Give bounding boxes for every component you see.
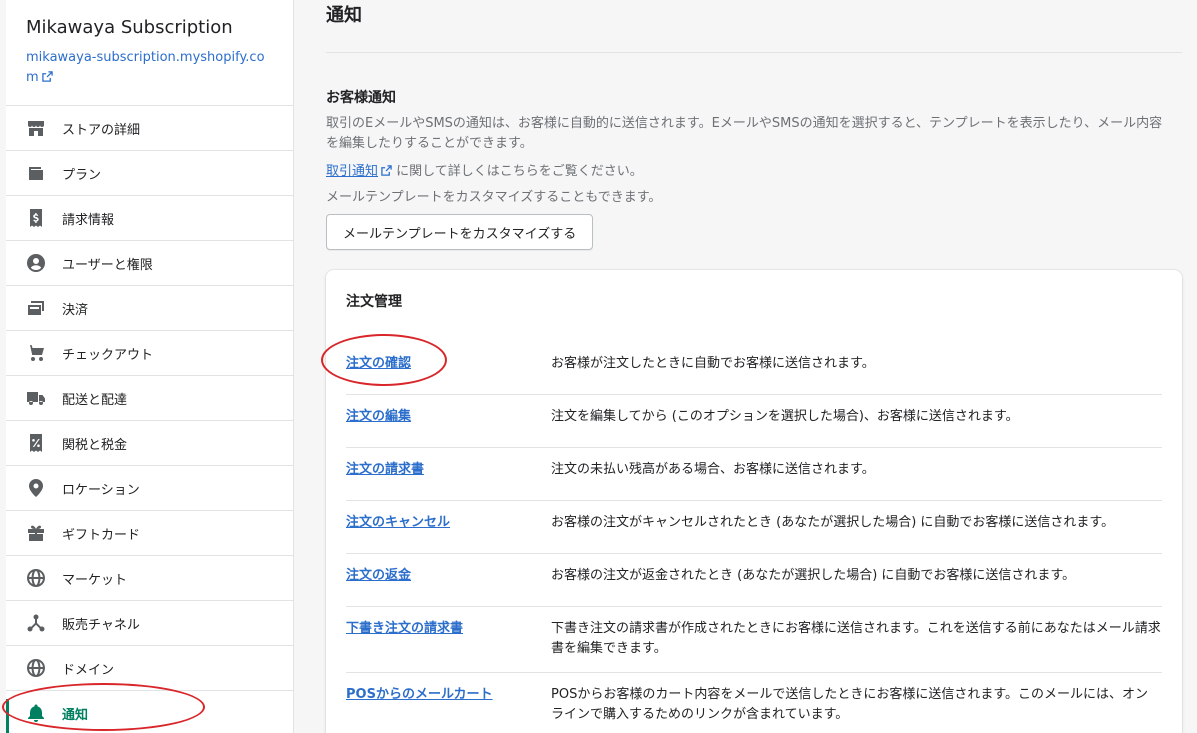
store-header: Mikawaya Subscription mikawaya-subscript… xyxy=(6,0,293,106)
notification-link-order-cancelled[interactable]: 注文のキャンセル xyxy=(346,513,551,533)
store-url-link[interactable]: mikawaya-subscription.myshopify.com xyxy=(26,48,273,88)
sidebar-item-label: マーケット xyxy=(62,572,128,588)
notification-link-order-refund[interactable]: 注文の返金 xyxy=(346,566,551,586)
settings-nav: ストアの詳細 プラン 請求情報 ユーザーと権限 決済 チェックアウト 配送と配達 xyxy=(6,106,293,733)
notification-link-order-edited[interactable]: 注文の編集 xyxy=(346,407,551,427)
sidebar-item-label: ロケーション xyxy=(62,482,140,498)
sidebar-item-label: 配送と配達 xyxy=(62,392,128,408)
sidebar-item-plan[interactable]: プラン xyxy=(6,151,293,196)
external-link-icon xyxy=(381,165,392,176)
notification-description: お客様が注文したときに自動でお客様に送信されます。 xyxy=(551,356,875,371)
learn-more-text: に関して詳しくはこちらをご覧ください。 xyxy=(392,164,643,179)
highlight-circle-order-confirmation xyxy=(321,334,447,386)
notification-description: 注文を編集してから (このオプションを選択した場合)、お客様に送信されます。 xyxy=(551,409,1019,424)
sidebar-item-label: チェックアウト xyxy=(62,347,154,363)
sidebar-item-label: 販売チャネル xyxy=(62,617,140,633)
settings-sidebar: Mikawaya Subscription mikawaya-subscript… xyxy=(6,0,294,733)
sidebar-item-billing[interactable]: 請求情報 xyxy=(6,196,293,241)
table-row: 注文の返金 お客様の注文が返金されたとき (あなたが選択した場合) に自動でお客… xyxy=(346,554,1162,607)
customize-text: メールテンプレートをカスタマイズすることもできます。 xyxy=(326,190,662,205)
sidebar-item-payments[interactable]: 決済 xyxy=(6,286,293,331)
store-url-text: mikawaya-subscription.myshopify.com xyxy=(26,50,265,85)
sidebar-item-markets[interactable]: マーケット xyxy=(6,556,293,601)
sidebar-item-store-details[interactable]: ストアの詳細 xyxy=(6,106,293,151)
sidebar-item-taxes[interactable]: 関税と税金 xyxy=(6,421,293,466)
table-row: 注文の編集 注文を編集してから (このオプションを選択した場合)、お客様に送信さ… xyxy=(346,395,1162,448)
order-management-card: 注文管理 注文の確認 お客様が注文したときに自動でお客様に送信されます。 注文の… xyxy=(326,270,1182,733)
cart-icon xyxy=(26,343,46,363)
customer-notifications-section: お客様通知 取引のEメールやSMSの通知は、お客様に自動的に送信されます。Eメー… xyxy=(326,53,1182,250)
transaction-notifications-link[interactable]: 取引通知 xyxy=(326,164,392,179)
sidebar-item-label: ギフトカード xyxy=(62,527,141,543)
table-row: POSからのメールカート POSからお客様のカート内容をメールで送信したときにお… xyxy=(346,673,1162,733)
truck-icon xyxy=(26,388,46,408)
domain-globe-icon xyxy=(26,658,46,678)
external-link-icon xyxy=(41,71,53,82)
sidebar-item-label: 請求情報 xyxy=(62,212,115,228)
receipt-percent-icon xyxy=(26,433,46,453)
sidebar-item-domains[interactable]: ドメイン xyxy=(6,646,293,691)
sidebar-item-gift-cards[interactable]: ギフトカード xyxy=(6,511,293,556)
page-title: 通知 xyxy=(326,0,1182,53)
sidebar-item-shipping[interactable]: 配送と配達 xyxy=(6,376,293,421)
sidebar-item-label: ユーザーと権限 xyxy=(62,257,153,273)
section-title: お客様通知 xyxy=(326,90,396,106)
sidebar-item-sales-channels[interactable]: 販売チャネル xyxy=(6,601,293,646)
location-pin-icon xyxy=(26,478,46,498)
wallet-icon xyxy=(26,163,46,183)
notification-description: POSからお客様のカート内容をメールで送信したときにお客様に送信されます。このメ… xyxy=(551,687,1149,722)
globe-icon xyxy=(26,568,46,588)
main-content: 通知 お客様通知 取引のEメールやSMSの通知は、お客様に自動的に送信されます。… xyxy=(326,0,1182,733)
highlight-circle-notifications xyxy=(2,683,205,731)
gift-icon xyxy=(26,523,46,543)
table-row: 注文の請求書 注文の未払い残高がある場合、お客様に送信されます。 xyxy=(346,448,1162,501)
link-text: 取引通知 xyxy=(326,164,379,179)
notification-description: 下書き注文の請求書が作成されたときにお客様に送信されます。これを送信する前にあな… xyxy=(551,621,1161,656)
table-row: 注文の確認 お客様が注文したときに自動でお客様に送信されます。 xyxy=(346,342,1162,395)
store-icon xyxy=(26,118,46,138)
receipt-dollar-icon xyxy=(26,208,46,228)
store-name: Mikawaya Subscription xyxy=(26,17,233,38)
notification-description: お客様の注文が返金されたとき (あなたが選択した場合) に自動でお客様に送信され… xyxy=(551,568,1076,583)
customize-templates-button[interactable]: メールテンプレートをカスタマイズする xyxy=(326,214,594,250)
card-title: 注文管理 xyxy=(346,294,402,310)
notification-description: 注文の未払い残高がある場合、お客様に送信されます。 xyxy=(551,462,875,477)
sidebar-item-label: 決済 xyxy=(62,302,89,318)
sidebar-item-label: ストアの詳細 xyxy=(62,122,141,138)
sidebar-item-checkout[interactable]: チェックアウト xyxy=(6,331,293,376)
channels-icon xyxy=(26,613,46,633)
user-circle-icon xyxy=(26,253,46,273)
notification-link-order-invoice[interactable]: 注文の請求書 xyxy=(346,460,551,480)
sidebar-item-label: 関税と税金 xyxy=(62,437,128,453)
learn-more-line: 取引通知 に関して詳しくはこちらをご覧ください。 xyxy=(326,162,1182,182)
sidebar-item-users[interactable]: ユーザーと権限 xyxy=(6,241,293,286)
notification-link-pos-email-cart[interactable]: POSからのメールカート xyxy=(346,685,551,705)
notification-link-draft-order-invoice[interactable]: 下書き注文の請求書 xyxy=(346,619,551,639)
payment-card-icon xyxy=(26,298,46,318)
section-description: 取引のEメールやSMSの通知は、お客様に自動的に送信されます。EメールやSMSの… xyxy=(326,116,1163,151)
sidebar-item-locations[interactable]: ロケーション xyxy=(6,466,293,511)
table-row: 下書き注文の請求書 下書き注文の請求書が作成されたときにお客様に送信されます。こ… xyxy=(346,607,1162,673)
table-row: 注文のキャンセル お客様の注文がキャンセルされたとき (あなたが選択した場合) … xyxy=(346,501,1162,554)
sidebar-item-label: ドメイン xyxy=(62,662,115,678)
notification-description: お客様の注文がキャンセルされたとき (あなたが選択した場合) に自動でお客様に送… xyxy=(551,515,1115,530)
sidebar-item-label: プラン xyxy=(62,167,102,183)
